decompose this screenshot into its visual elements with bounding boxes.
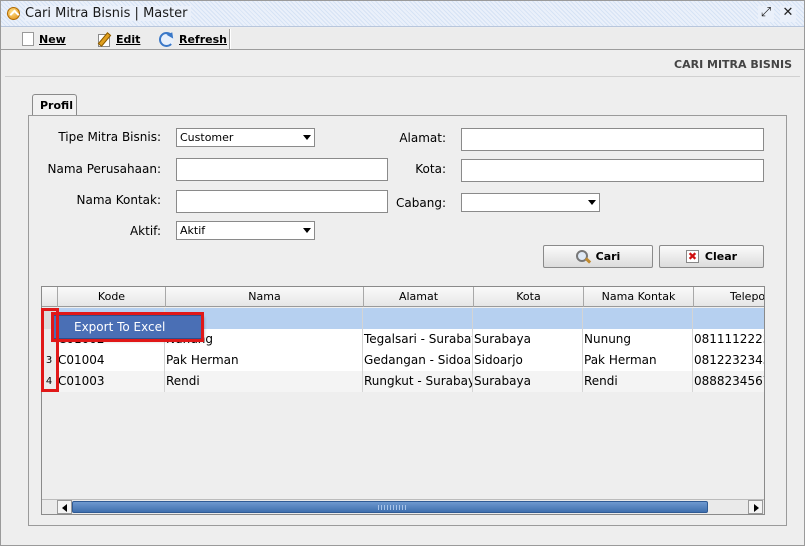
cell-alamat: Gedangan - Sidoarjo <box>363 350 473 371</box>
cell-nama-kontak: Nunung <box>583 329 693 350</box>
column-header-telepon[interactable]: Telepo <box>694 287 764 307</box>
clear-button[interactable]: ✖ Clear <box>659 245 764 268</box>
tipe-mitra-value: Customer <box>180 131 234 144</box>
aktif-value: Aktif <box>180 224 206 237</box>
new-document-icon <box>22 32 34 46</box>
table-row[interactable]: 4 C01003 Rendi Rungkut - Surabaya Suraba… <box>42 371 764 392</box>
tab-profil[interactable]: Profil <box>32 94 77 116</box>
page-heading: CARI MITRA BISNIS <box>674 58 792 71</box>
cell-kota: Sidoarjo <box>473 350 583 371</box>
toolbar: New Edit Refresh <box>1 28 804 50</box>
title-bar: Cari Mitra Bisnis | Master ⤢ ✕ <box>1 1 804 27</box>
restore-icon[interactable]: ⤢ <box>758 6 774 22</box>
chevron-down-icon <box>588 200 596 205</box>
cell-kode: C01003 <box>57 371 165 392</box>
cari-label: Cari <box>595 250 621 263</box>
refresh-button[interactable]: Refresh <box>155 29 231 49</box>
cari-button[interactable]: Cari <box>543 245 653 268</box>
aktif-label: Aktif: <box>129 224 161 238</box>
cell-telepon: 08122323434 <box>693 350 764 371</box>
cell-nama-kontak <box>583 308 693 329</box>
cell-nama: Rendi <box>165 371 363 392</box>
nama-kontak-input[interactable] <box>176 190 388 213</box>
cell-telepon: 08111122233 <box>693 329 764 350</box>
kota-input[interactable] <box>461 159 764 182</box>
cabang-select[interactable] <box>461 193 600 212</box>
cell-kota <box>473 308 583 329</box>
tipe-mitra-label: Tipe Mitra Bisnis: <box>58 130 161 144</box>
column-header-nama-kontak[interactable]: Nama Kontak <box>584 287 694 307</box>
corner-header <box>42 287 58 307</box>
kota-label: Kota: <box>415 162 446 176</box>
refresh-label: Refresh <box>179 32 227 46</box>
cell-alamat <box>363 308 473 329</box>
cell-alamat: Tegalsari - Surabaya <box>363 329 473 350</box>
cell-nama: Pak Herman <box>165 350 363 371</box>
app-icon <box>7 7 20 20</box>
cell-telepon: 08882345678 <box>693 371 764 392</box>
scroll-left-icon[interactable] <box>57 500 72 514</box>
grip-icon <box>378 505 406 510</box>
window-title: Cari Mitra Bisnis | Master <box>25 6 192 21</box>
refresh-icon <box>159 31 174 47</box>
chevron-down-icon <box>303 228 311 233</box>
edit-icon <box>97 32 111 47</box>
nama-perusahaan-input[interactable] <box>176 158 388 181</box>
column-header-kota[interactable]: Kota <box>474 287 584 307</box>
cabang-label: Cabang: <box>396 196 446 210</box>
annotation-box-row-headers <box>41 308 59 392</box>
cell-kode: C01004 <box>57 350 165 371</box>
alamat-label: Alamat: <box>399 131 446 145</box>
grid-header: Kode Nama Alamat Kota Nama Kontak Telepo <box>42 287 764 307</box>
close-icon[interactable]: ✕ <box>780 6 796 22</box>
cell-alamat: Rungkut - Surabaya <box>363 371 473 392</box>
chevron-down-icon <box>303 135 311 140</box>
alamat-input[interactable] <box>461 128 764 151</box>
nama-kontak-label: Nama Kontak: <box>76 193 161 207</box>
cell-kota: Surabaya <box>473 371 583 392</box>
table-row[interactable]: 3 C01004 Pak Herman Gedangan - Sidoarjo … <box>42 350 764 371</box>
column-header-kode[interactable]: Kode <box>58 287 166 307</box>
edit-label: Edit <box>116 32 141 46</box>
heading-divider <box>5 76 800 77</box>
cell-telepon <box>693 308 764 329</box>
horizontal-scrollbar[interactable] <box>42 499 764 514</box>
clear-icon: ✖ <box>685 250 699 263</box>
scrollbar-thumb[interactable] <box>72 501 708 513</box>
search-icon <box>575 249 590 264</box>
cell-nama-kontak: Pak Herman <box>583 350 693 371</box>
cell-kota: Surabaya <box>473 329 583 350</box>
new-button[interactable]: New <box>18 29 70 49</box>
new-label: New <box>39 32 66 46</box>
nama-perusahaan-label: Nama Perusahaan: <box>47 162 161 176</box>
window: Cari Mitra Bisnis | Master ⤢ ✕ New Edit … <box>0 0 805 546</box>
aktif-select[interactable]: Aktif <box>176 221 315 240</box>
annotation-box-menu <box>51 312 204 342</box>
scroll-right-icon[interactable] <box>748 500 763 514</box>
tipe-mitra-select[interactable]: Customer <box>176 128 315 147</box>
toolbar-separator <box>229 29 231 49</box>
column-header-nama[interactable]: Nama <box>166 287 364 307</box>
cell-nama-kontak: Rendi <box>583 371 693 392</box>
column-header-alamat[interactable]: Alamat <box>364 287 474 307</box>
clear-label: Clear <box>704 250 738 263</box>
edit-button[interactable]: Edit <box>93 29 144 49</box>
